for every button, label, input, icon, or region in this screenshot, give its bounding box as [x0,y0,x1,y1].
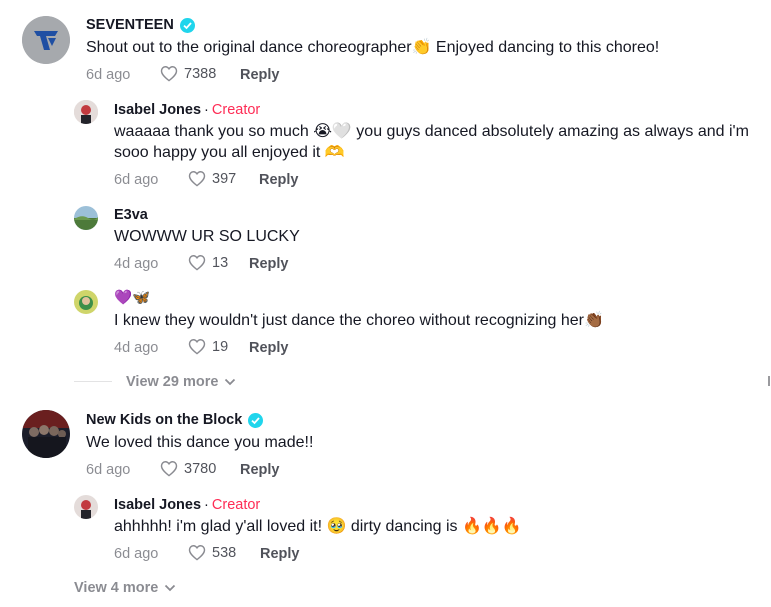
creator-badge: Creator [211,497,261,513]
like-count: 19 [212,338,229,355]
comment-author[interactable]: SEVENTEEN [86,17,195,33]
verified-icon [179,17,195,33]
reply-button[interactable]: Reply [259,172,299,188]
reply-author[interactable]: Isabel Jones · Creator [114,102,260,118]
avatar-purple-heart-user[interactable] [74,290,98,314]
reply-time: 6d ago [114,172,159,188]
comment-text: We loved this dance you made!! [86,434,314,451]
comment-author[interactable]: New Kids on the Block [86,412,264,428]
like-button[interactable]: 3780 [160,460,216,477]
reply-button[interactable]: Reply [240,462,280,478]
scrollbar-mark [768,376,770,386]
avatar-image [74,495,98,519]
thread-divider [74,381,112,382]
reply-time: 6d ago [114,546,159,562]
like-count: 397 [212,170,237,187]
like-count: 538 [212,544,237,561]
reply-button[interactable]: Reply [249,340,289,356]
chevron-down-icon [165,584,176,592]
author-name[interactable]: 💜🦋 [114,289,150,306]
comment-time: 6d ago [86,462,131,478]
avatar-image [22,410,70,458]
heart-icon [160,461,178,477]
like-button[interactable]: 19 [188,338,228,355]
reply-time: 4d ago [114,256,159,272]
like-count: 13 [212,254,229,271]
comment-time: 6d ago [86,67,131,83]
reply-text: WOWWW UR SO LUCKY [114,228,300,245]
author-name[interactable]: Isabel Jones [114,102,201,118]
reply-author[interactable]: 💜🦋 [114,289,150,306]
like-button[interactable]: 397 [188,170,236,187]
heart-icon [188,255,206,271]
view-more-replies-button[interactable]: View 4 more [74,580,176,596]
like-button[interactable]: 13 [188,254,228,271]
verified-icon [248,412,264,428]
like-button[interactable]: 538 [188,544,236,561]
avatar-new-kids-on-the-block[interactable] [22,410,70,458]
author-name[interactable]: Isabel Jones [114,497,201,513]
heart-icon [188,171,206,187]
author-name[interactable]: New Kids on the Block [86,412,242,428]
author-name[interactable]: E3va [114,207,148,223]
reply-button[interactable]: Reply [260,546,300,562]
avatar-isabel-jones[interactable] [74,100,98,124]
like-button[interactable]: 7388 [160,65,216,82]
chevron-down-icon [225,378,236,386]
like-count: 7388 [184,65,217,82]
avatar-seventeen[interactable] [22,16,70,64]
avatar-e3va[interactable] [74,206,98,230]
creator-badge: Creator [211,102,261,118]
avatar-image [74,206,98,230]
reply-button[interactable]: Reply [249,256,289,272]
reply-text-line2: sooo happy you all enjoyed it 🫶 [114,144,345,161]
heart-icon [160,66,178,82]
reply-text: I knew they wouldn't just dance the chor… [114,312,604,329]
like-count: 3780 [184,460,217,477]
reply-text-line1: waaaaa thank you so much 😭🤍 you guys dan… [114,123,749,140]
view-more-label: View 4 more [74,580,159,596]
seventeen-logo-icon [22,16,70,64]
reply-author[interactable]: Isabel Jones · Creator [114,497,260,513]
avatar-isabel-jones[interactable] [74,495,98,519]
view-more-label: View 29 more [126,374,219,390]
avatar-image [74,290,98,314]
comment-text: Shout out to the original dance choreogr… [86,39,660,56]
avatar-image [74,100,98,124]
reply-button[interactable]: Reply [240,67,280,83]
view-more-replies-button[interactable]: View 29 more [126,374,236,390]
separator-dot: · [204,102,209,118]
heart-icon [188,339,206,355]
reply-author[interactable]: E3va [114,207,148,223]
reply-text: ahhhhh! i'm glad y'all loved it! 🥹 dirty… [114,518,522,535]
reply-time: 4d ago [114,340,159,356]
author-name[interactable]: SEVENTEEN [86,17,174,33]
heart-icon [188,545,206,561]
separator-dot: · [204,497,209,513]
